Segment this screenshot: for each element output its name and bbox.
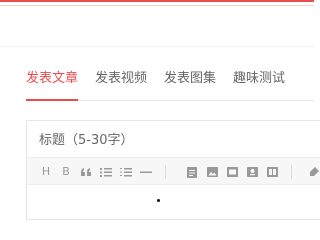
numbered-list-button[interactable] [119, 165, 133, 179]
tab-video-label: 发表视频 [95, 71, 148, 86]
insert-product-button[interactable] [265, 165, 279, 179]
tab-gallery-label: 发表图集 [164, 71, 217, 86]
numbered-list-icon [120, 168, 132, 177]
heading-label: H [41, 165, 51, 178]
image-icon [206, 167, 218, 177]
format-brush-button[interactable] [307, 165, 320, 179]
insert-document-button[interactable] [185, 165, 199, 179]
tab-video[interactable]: 发表视频 [95, 70, 147, 100]
editor-toolbar: H B [27, 157, 320, 185]
horizontal-rule-button[interactable] [139, 165, 153, 179]
bold-button[interactable]: B [59, 165, 73, 179]
insert-audio-button[interactable] [245, 165, 259, 179]
bullet-list-button[interactable] [99, 165, 113, 179]
header-divider [0, 46, 314, 47]
tab-article-label: 发表文章 [26, 71, 79, 86]
document-icon [187, 166, 197, 178]
bold-label: B [62, 165, 70, 178]
editor-content-area[interactable] [27, 185, 320, 221]
text-cursor [157, 199, 160, 202]
insert-image-button[interactable] [205, 165, 219, 179]
video-icon [226, 167, 238, 177]
heading-button[interactable]: H [39, 165, 53, 179]
publish-tabs: 发表文章 发表视频 发表图集 趣味测试 [26, 70, 314, 101]
quote-button[interactable] [79, 165, 93, 179]
format-brush-icon [310, 166, 319, 176]
tab-quiz-label: 趣味测试 [233, 71, 286, 86]
toolbar-divider [165, 165, 166, 179]
top-accent-line [0, 0, 314, 2]
horizontal-rule-icon [140, 171, 152, 173]
audio-icon [246, 167, 258, 177]
quote-icon [81, 168, 91, 176]
tab-article[interactable]: 发表文章 [26, 70, 79, 101]
tab-gallery[interactable]: 发表图集 [164, 70, 216, 100]
article-editor: H B [26, 120, 320, 220]
bullet-list-icon [100, 168, 112, 177]
tab-quiz[interactable]: 趣味测试 [233, 70, 285, 100]
product-icon [266, 167, 278, 177]
title-input[interactable] [39, 131, 289, 149]
toolbar-divider [291, 165, 292, 179]
insert-video-button[interactable] [225, 165, 239, 179]
